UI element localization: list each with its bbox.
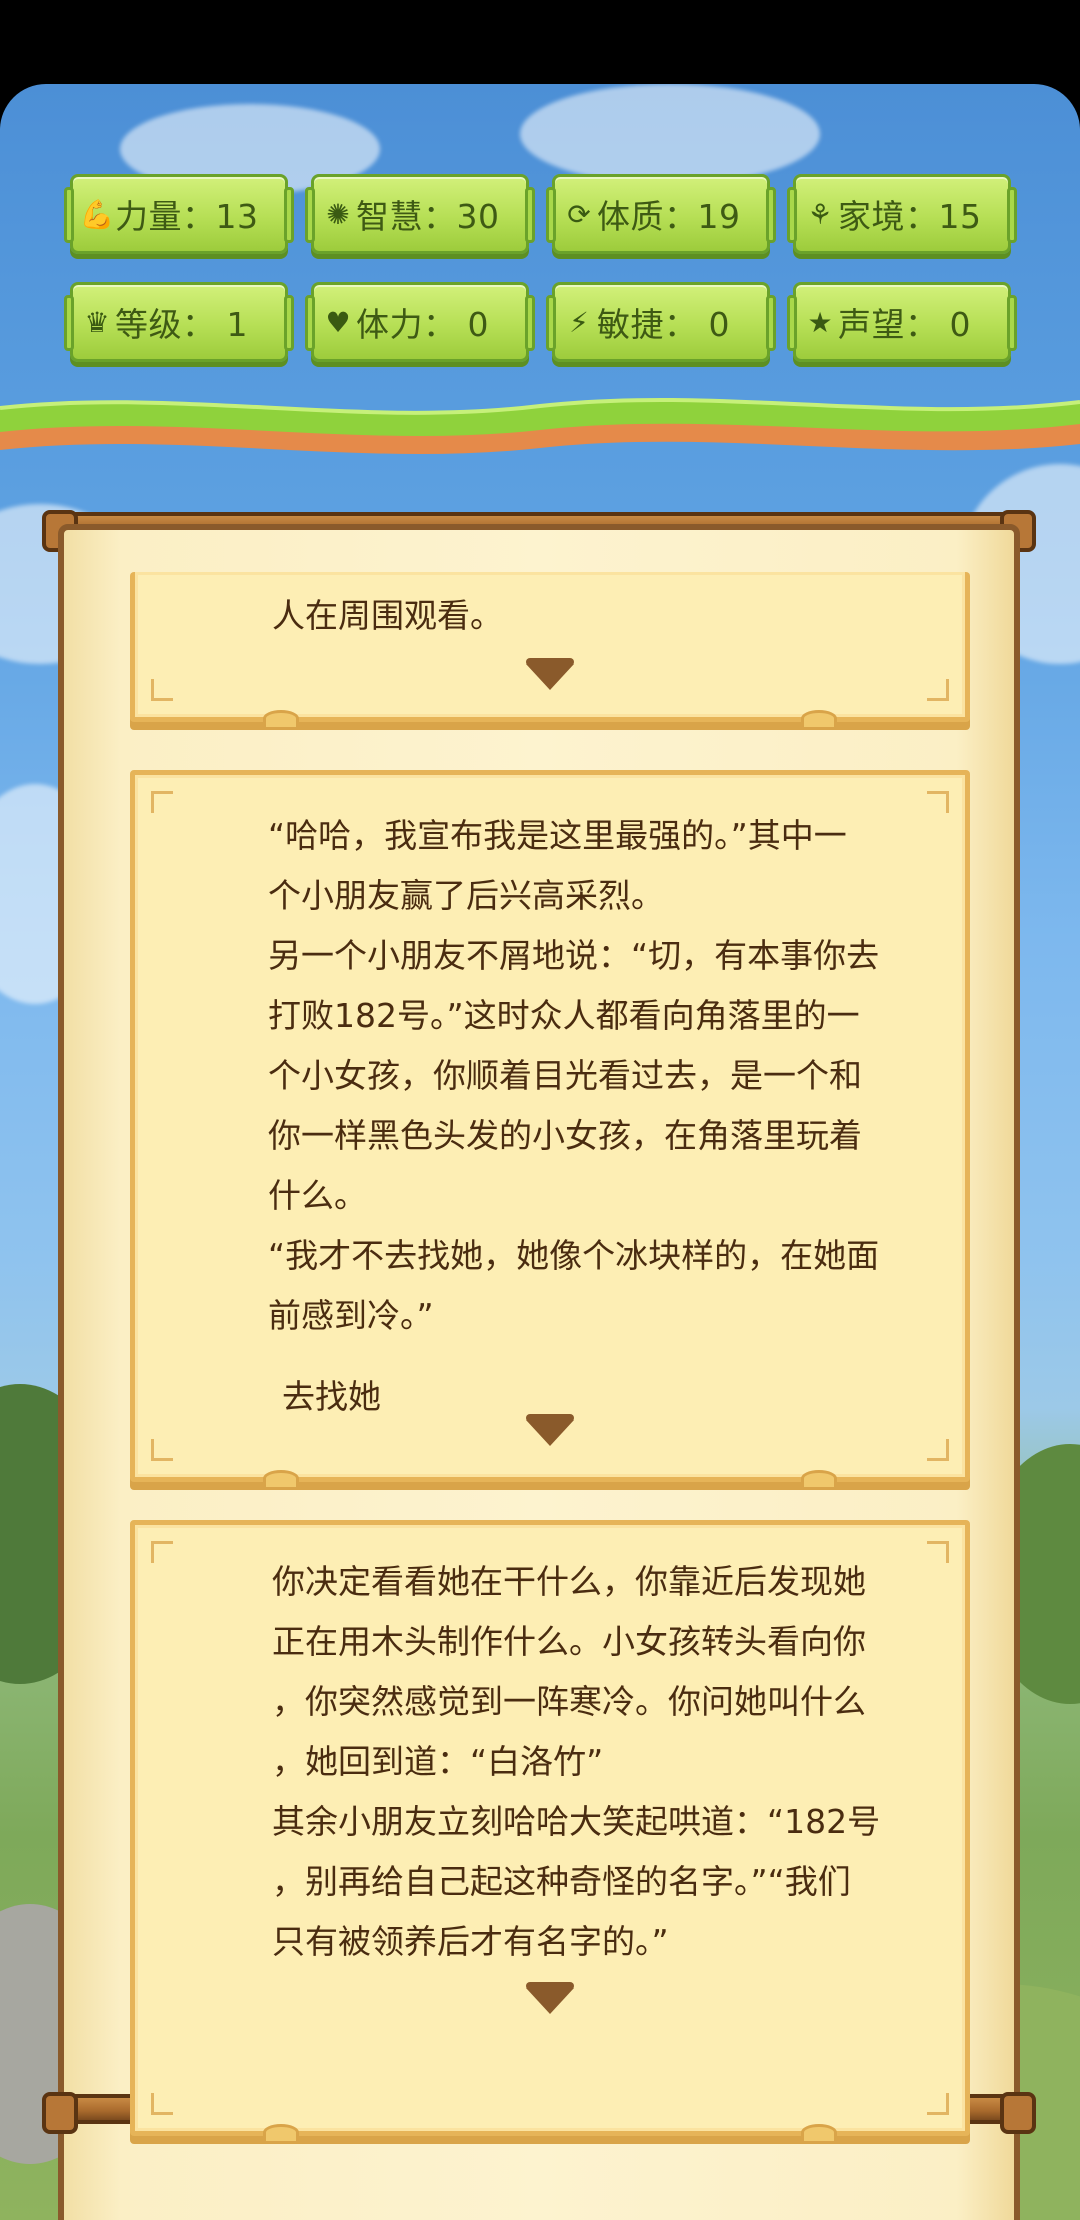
story-line: “哈哈，我宣布我是这里最强的。”其中一: [268, 816, 847, 855]
stat-level-label: 等级： 1: [115, 305, 248, 344]
story-line: 人在周围观看。: [272, 596, 503, 635]
card-corner: [927, 1439, 949, 1461]
card-bump: [263, 710, 299, 727]
story-line: “我才不去找她，她像个冰块样的，在她面: [268, 1236, 880, 1275]
lightning-icon: ⚡: [569, 305, 589, 339]
game-viewport: 💪 力量：13 ✺ 智慧：30 ⟳ 体质：19 ⚘ 家境：15 ♛ 等级： 1 …: [0, 84, 1080, 2220]
story-line: 打败182号。”这时众人都看向角落里的一: [268, 996, 860, 1035]
star-icon: ★: [807, 305, 833, 339]
cloud-decoration: [520, 84, 820, 184]
card-corner: [927, 679, 949, 701]
stat-reputation[interactable]: ★ 声望： 0: [787, 282, 1017, 362]
story-line: 你决定看看她在干什么，你靠近后发现她: [272, 1562, 866, 1601]
stat-constitution[interactable]: ⟳ 体质：19: [546, 174, 776, 254]
story-line: 其余小朋友立刻哈哈大笑起哄道：“182号: [272, 1802, 881, 1841]
stat-strength-label: 力量：13: [115, 197, 259, 236]
story-line: 前感到冷。”: [268, 1296, 434, 1335]
constitution-icon: ⟳: [567, 197, 591, 231]
continue-arrow-icon[interactable]: [526, 1414, 574, 1446]
stat-wisdom-label: 智慧：30: [356, 197, 500, 236]
card-corner: [151, 2093, 173, 2115]
stat-family-label: 家境：15: [838, 197, 982, 236]
story-line: 正在用木头制作什么。小女孩转头看向你: [272, 1622, 866, 1661]
stat-family[interactable]: ⚘ 家境：15: [787, 174, 1017, 254]
stat-wisdom[interactable]: ✺ 智慧：30: [305, 174, 535, 254]
card-bump: [263, 2124, 299, 2141]
stat-stamina[interactable]: ♥ 体力： 0: [305, 282, 535, 362]
stat-level[interactable]: ♛ 等级： 1: [64, 282, 294, 362]
card-corner: [927, 2093, 949, 2115]
card-corner: [151, 791, 173, 813]
stat-agility[interactable]: ⚡ 敏捷： 0: [546, 282, 776, 362]
card-bump: [801, 2124, 837, 2141]
stats-panel: 💪 力量：13 ✺ 智慧：30 ⟳ 体质：19 ⚘ 家境：15 ♛ 等级： 1 …: [64, 174, 1017, 362]
story-text: 人在周围观看。: [272, 586, 1072, 646]
stat-strength[interactable]: 💪 力量：13: [64, 174, 294, 254]
stat-stamina-label: 体力： 0: [356, 305, 489, 344]
story-line: ，你突然感觉到一阵寒冷。你问她叫什么: [272, 1682, 866, 1721]
choice-go-find-her[interactable]: 去找她: [282, 1370, 381, 1418]
crown-icon: ♛: [84, 305, 110, 339]
story-text: “哈哈，我宣布我是这里最强的。”其中一 个小朋友赢了后兴高采烈。 另一个小朋友不…: [268, 806, 1068, 1346]
story-line: 你一样黑色头发的小女孩，在角落里玩着: [268, 1116, 862, 1155]
card-bump: [801, 710, 837, 727]
grass-stripe: [0, 397, 1080, 455]
card-corner: [151, 679, 173, 701]
family-icon: ⚘: [807, 197, 833, 231]
card-bump: [801, 1470, 837, 1487]
stat-constitution-label: 体质：19: [597, 197, 741, 236]
stat-reputation-label: 声望： 0: [838, 305, 971, 344]
story-line: 个小女孩，你顺着目光看过去，是一个和: [268, 1056, 862, 1095]
continue-arrow-icon[interactable]: [526, 658, 574, 690]
story-line: 个小朋友赢了后兴高采烈。: [268, 876, 664, 915]
card-corner: [151, 1439, 173, 1461]
story-line: ，别再给自己起这种奇怪的名字。”“我们: [272, 1862, 851, 1901]
story-line: 另一个小朋友不屑地说：“切，有本事你去: [268, 936, 880, 975]
stat-agility-label: 敏捷： 0: [597, 305, 730, 344]
wisdom-icon: ✺: [326, 197, 350, 231]
story-line: ，她回到道：“白洛竹”: [272, 1742, 604, 1781]
story-line: 只有被领养后才有名字的。”: [272, 1922, 669, 1961]
story-text: 你决定看看她在干什么，你靠近后发现她 正在用木头制作什么。小女孩转头看向你 ，你…: [272, 1552, 1072, 1972]
continue-arrow-icon[interactable]: [526, 1982, 574, 2014]
story-line: 什么。: [268, 1176, 367, 1215]
card-bump: [263, 1470, 299, 1487]
card-corner: [151, 1541, 173, 1563]
heart-icon: ♥: [325, 305, 351, 339]
strength-icon: 💪: [79, 197, 115, 231]
